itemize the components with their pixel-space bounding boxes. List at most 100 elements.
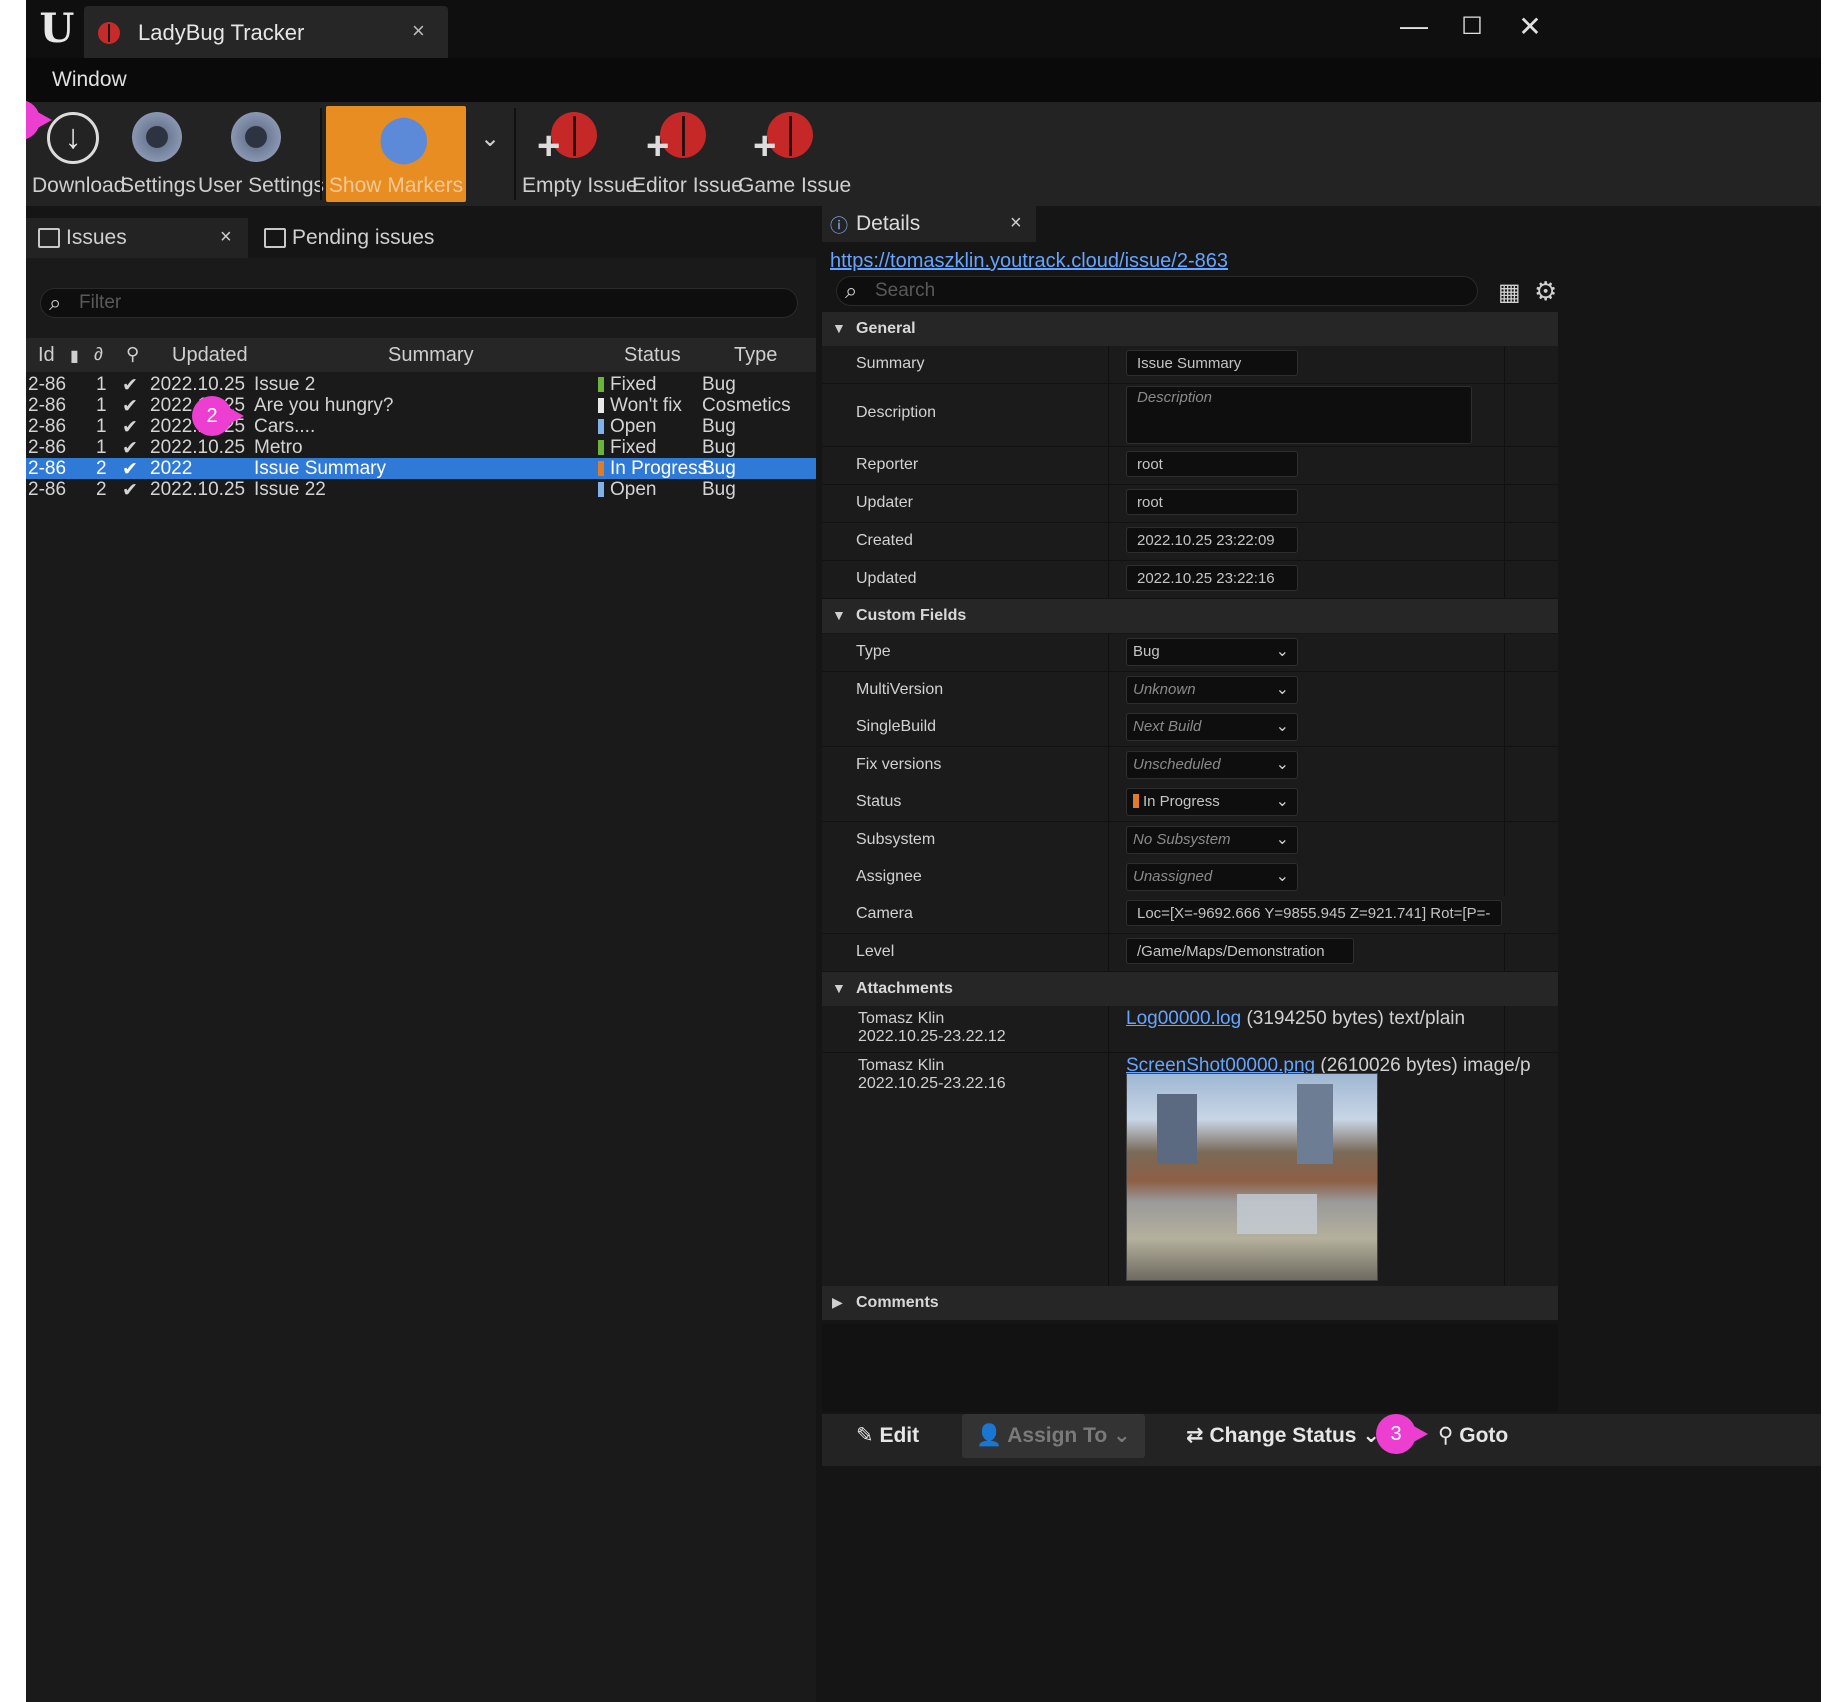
game-issue-button[interactable]: + Game Issue	[738, 106, 851, 202]
description-field[interactable]: Description	[1126, 386, 1472, 444]
document-tab-close-button[interactable]: ×	[412, 18, 425, 44]
expand-arrow-icon: ▶	[832, 1294, 843, 1310]
custom-field-dropdown[interactable]: No Subsystem ⌄	[1126, 825, 1298, 854]
table-row[interactable]: 2-861✔2022.10.25Are you hungry?Won't fix…	[26, 395, 816, 417]
table-view-icon[interactable]: ▦	[1498, 278, 1521, 307]
toolbar-separator	[514, 108, 516, 200]
status-color-swatch	[1133, 794, 1139, 808]
column-type[interactable]: Type	[734, 344, 777, 367]
table-row[interactable]: 2-861✔2022.10.25Cars....OpenBug	[26, 416, 816, 438]
prop-created: Created 2022.10.25 23:22:09	[822, 523, 1558, 561]
status-color-swatch	[598, 461, 604, 476]
gear-icon	[132, 112, 182, 162]
goto-button[interactable]: ⚲ Goto	[1438, 1414, 1508, 1458]
issue-url-link[interactable]: https://tomaszklin.youtrack.cloud/issue/…	[830, 250, 1228, 273]
pending-issues-tab-icon	[264, 228, 286, 248]
custom-field-value: Unknown	[1133, 680, 1196, 698]
cell-status: Fixed	[610, 437, 657, 458]
custom-field-dropdown[interactable]: Unscheduled ⌄	[1126, 750, 1298, 779]
editor-issue-button[interactable]: + Editor Issue	[632, 106, 743, 202]
custom-field-dropdown[interactable]: Next Build ⌄	[1126, 713, 1298, 741]
prop-description-label: Description	[856, 404, 937, 421]
tab-pending-issues[interactable]: Pending issues	[252, 218, 452, 258]
chevron-down-icon: ⌄	[1275, 755, 1289, 773]
column-summary[interactable]: Summary	[388, 344, 474, 367]
details-search-placeholder: Search	[875, 280, 936, 301]
tab-issues[interactable]: Issues ×	[26, 218, 248, 258]
show-markers-button[interactable]: ⬤ Show Markers	[326, 106, 466, 202]
toolbar-dropdown-chevron-icon[interactable]: ⌄	[480, 124, 500, 153]
map-pin-icon[interactable]: ⚲	[126, 344, 139, 365]
attachment-meta: (3194250 bytes) text/plain	[1246, 1008, 1466, 1029]
maximize-button[interactable]: ☐	[1452, 12, 1492, 41]
empty-issue-button[interactable]: + Empty Issue	[522, 106, 638, 202]
ladybug-game-icon: +	[753, 112, 813, 166]
unreal-logo-icon: U	[39, 5, 75, 52]
table-row[interactable]: 2-86 1 ✔ 2022.10.25 Issue 2 Fixed Bug	[26, 374, 816, 396]
assign-to-button[interactable]: 👤 Assign To ⌄	[962, 1414, 1145, 1458]
cell-summary: Cars....	[254, 416, 316, 437]
tab-details-close-button[interactable]: ×	[1010, 212, 1022, 235]
tab-issues-close-button[interactable]: ×	[220, 226, 232, 249]
user-settings-button[interactable]: User Settings	[198, 106, 324, 202]
custom-field-dropdown[interactable]: In Progress ⌄	[1126, 788, 1298, 816]
section-custom-fields[interactable]: ▼ Custom Fields	[822, 599, 1558, 633]
screenshot-thumbnail[interactable]	[1126, 1073, 1378, 1281]
custom-field-value: In Progress	[1143, 793, 1220, 810]
summary-field[interactable]: Issue Summary	[1126, 350, 1298, 376]
cell-status: Open	[610, 479, 657, 500]
cell-summary: Issue 22	[254, 479, 326, 500]
show-markers-label: Show Markers	[328, 174, 464, 197]
prop-created-label: Created	[856, 532, 913, 549]
tab-pending-issues-label: Pending issues	[292, 226, 435, 249]
section-comments[interactable]: ▶ Comments	[822, 1286, 1558, 1320]
section-general[interactable]: ▼ General	[822, 312, 1558, 346]
filter-input[interactable]: ⌕ Filter	[40, 288, 798, 318]
attachment-date: 2022.10.25-23.22.16	[858, 1075, 1006, 1092]
paperclip-icon[interactable]: ∂	[94, 344, 103, 365]
menu-window[interactable]: Window	[52, 68, 127, 92]
table-row[interactable]: 2-86 2 ✔ 2022 Issue Summary In Progress Bug	[26, 458, 816, 480]
issues-table-header: Id ▮ ∂ ⚲ Updated Summary Status Type	[26, 338, 816, 372]
cell-type: Cosmetics	[702, 395, 791, 416]
attachment-file-link[interactable]: Log00000.log	[1126, 1008, 1241, 1029]
edit-button[interactable]: ✎ Edit	[856, 1414, 919, 1458]
change-status-button[interactable]: ⇄ Change Status ⌄	[1186, 1414, 1380, 1458]
prop-updated: Updated 2022.10.25 23:22:16	[822, 561, 1558, 599]
camera-field[interactable]: Loc=[X=-9692.666 Y=9855.945 Z=921.741] R…	[1126, 900, 1502, 926]
custom-field-dropdown[interactable]: Bug ⌄	[1126, 638, 1298, 666]
ladybug-editor-icon: +	[646, 112, 706, 166]
speech-bubble-icon[interactable]: ▮	[70, 346, 79, 366]
custom-field-dropdown[interactable]: Unknown ⌄	[1126, 675, 1298, 704]
table-row[interactable]: 2-86 1 ✔ 2022.10.25 Metro Fixed Bug	[26, 437, 816, 459]
section-custom-fields-title: Custom Fields	[856, 607, 967, 624]
custom-field-row: Subsystem No Subsystem ⌄	[822, 821, 1558, 860]
map-pin-icon: ⬤	[378, 111, 430, 163]
cell-type: Bug	[702, 416, 736, 437]
minimize-button[interactable]: —	[1394, 10, 1434, 42]
level-field[interactable]: /Game/Maps/Demonstration	[1126, 938, 1354, 964]
settings-button[interactable]: Settings	[120, 106, 196, 202]
callout-3: 3	[1376, 1414, 1428, 1454]
section-attachments[interactable]: ▼ Attachments	[822, 972, 1558, 1006]
custom-field-dropdown[interactable]: Unassigned ⌄	[1126, 863, 1298, 891]
document-tab[interactable]: LadyBug Tracker ×	[84, 6, 448, 58]
reporter-field: root	[1126, 451, 1298, 477]
tab-details[interactable]: ⓘ Details ×	[822, 206, 1036, 242]
created-field: 2022.10.25 23:22:09	[1126, 527, 1298, 553]
custom-field-row: Type Bug ⌄	[822, 634, 1558, 672]
column-status[interactable]: Status	[624, 344, 681, 367]
close-window-button[interactable]: ✕	[1510, 10, 1550, 43]
chevron-down-icon: ⌄	[1113, 1424, 1131, 1447]
column-id[interactable]: Id	[38, 344, 55, 367]
cell-id: 2-86	[28, 395, 67, 416]
cell-id: 2-86	[28, 374, 67, 395]
table-row[interactable]: 2-86 2 ✔ 2022.10.25 Issue 22 Open Bug	[26, 479, 816, 501]
column-updated[interactable]: Updated	[172, 344, 248, 367]
prop-summary-label: Summary	[856, 355, 925, 372]
details-search-input[interactable]: ⌕ Search	[836, 276, 1478, 306]
ladybug-icon	[98, 22, 120, 44]
settings-gear-icon[interactable]: ⚙	[1534, 276, 1557, 307]
custom-field-row: Assignee Unassigned ⌄	[822, 859, 1558, 897]
cell-updated: 2022	[150, 458, 193, 479]
